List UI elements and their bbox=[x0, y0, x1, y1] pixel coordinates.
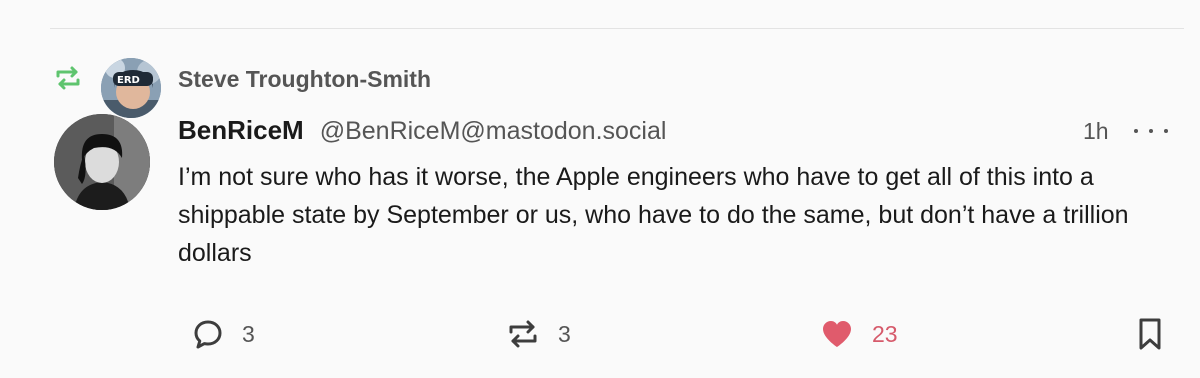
heart-icon bbox=[820, 318, 854, 350]
bookmark-button[interactable] bbox=[1136, 316, 1164, 352]
author-avatar[interactable] bbox=[54, 114, 150, 210]
booster-name[interactable]: Steve Troughton-Smith bbox=[178, 66, 431, 93]
boost-icon bbox=[506, 318, 540, 350]
post-timestamp[interactable]: 1h bbox=[1083, 118, 1109, 145]
divider bbox=[50, 28, 1184, 29]
ellipsis-dot bbox=[1164, 129, 1168, 133]
post-content: I’m not sure who has it worse, the Apple… bbox=[178, 158, 1178, 272]
booster-avatar[interactable]: ERD bbox=[101, 58, 161, 118]
reply-icon bbox=[192, 318, 224, 350]
svg-text:ERD: ERD bbox=[117, 75, 140, 86]
ellipsis-dot bbox=[1149, 129, 1153, 133]
post-text: I’m not sure who has it worse, the Apple… bbox=[178, 163, 1129, 267]
reply-button[interactable]: 3 bbox=[192, 316, 255, 352]
boost-count: 3 bbox=[558, 320, 571, 347]
favourite-button[interactable]: 23 bbox=[820, 316, 898, 352]
bookmark-icon bbox=[1136, 317, 1164, 351]
boost-icon bbox=[54, 64, 82, 92]
author-handle[interactable]: @BenRiceM@mastodon.social bbox=[320, 117, 667, 146]
favourite-count: 23 bbox=[872, 320, 898, 347]
ellipsis-dot bbox=[1134, 129, 1138, 133]
ellipsis-icon[interactable] bbox=[1134, 117, 1168, 145]
boost-button[interactable]: 3 bbox=[506, 316, 571, 352]
reply-count: 3 bbox=[242, 320, 255, 347]
author-display-name[interactable]: BenRiceM bbox=[178, 115, 304, 146]
author-row: BenRiceM @BenRiceM@mastodon.social bbox=[178, 115, 666, 146]
post-card: ERD Steve Troughton-Smith BenRiceM @BenR… bbox=[0, 0, 1200, 378]
